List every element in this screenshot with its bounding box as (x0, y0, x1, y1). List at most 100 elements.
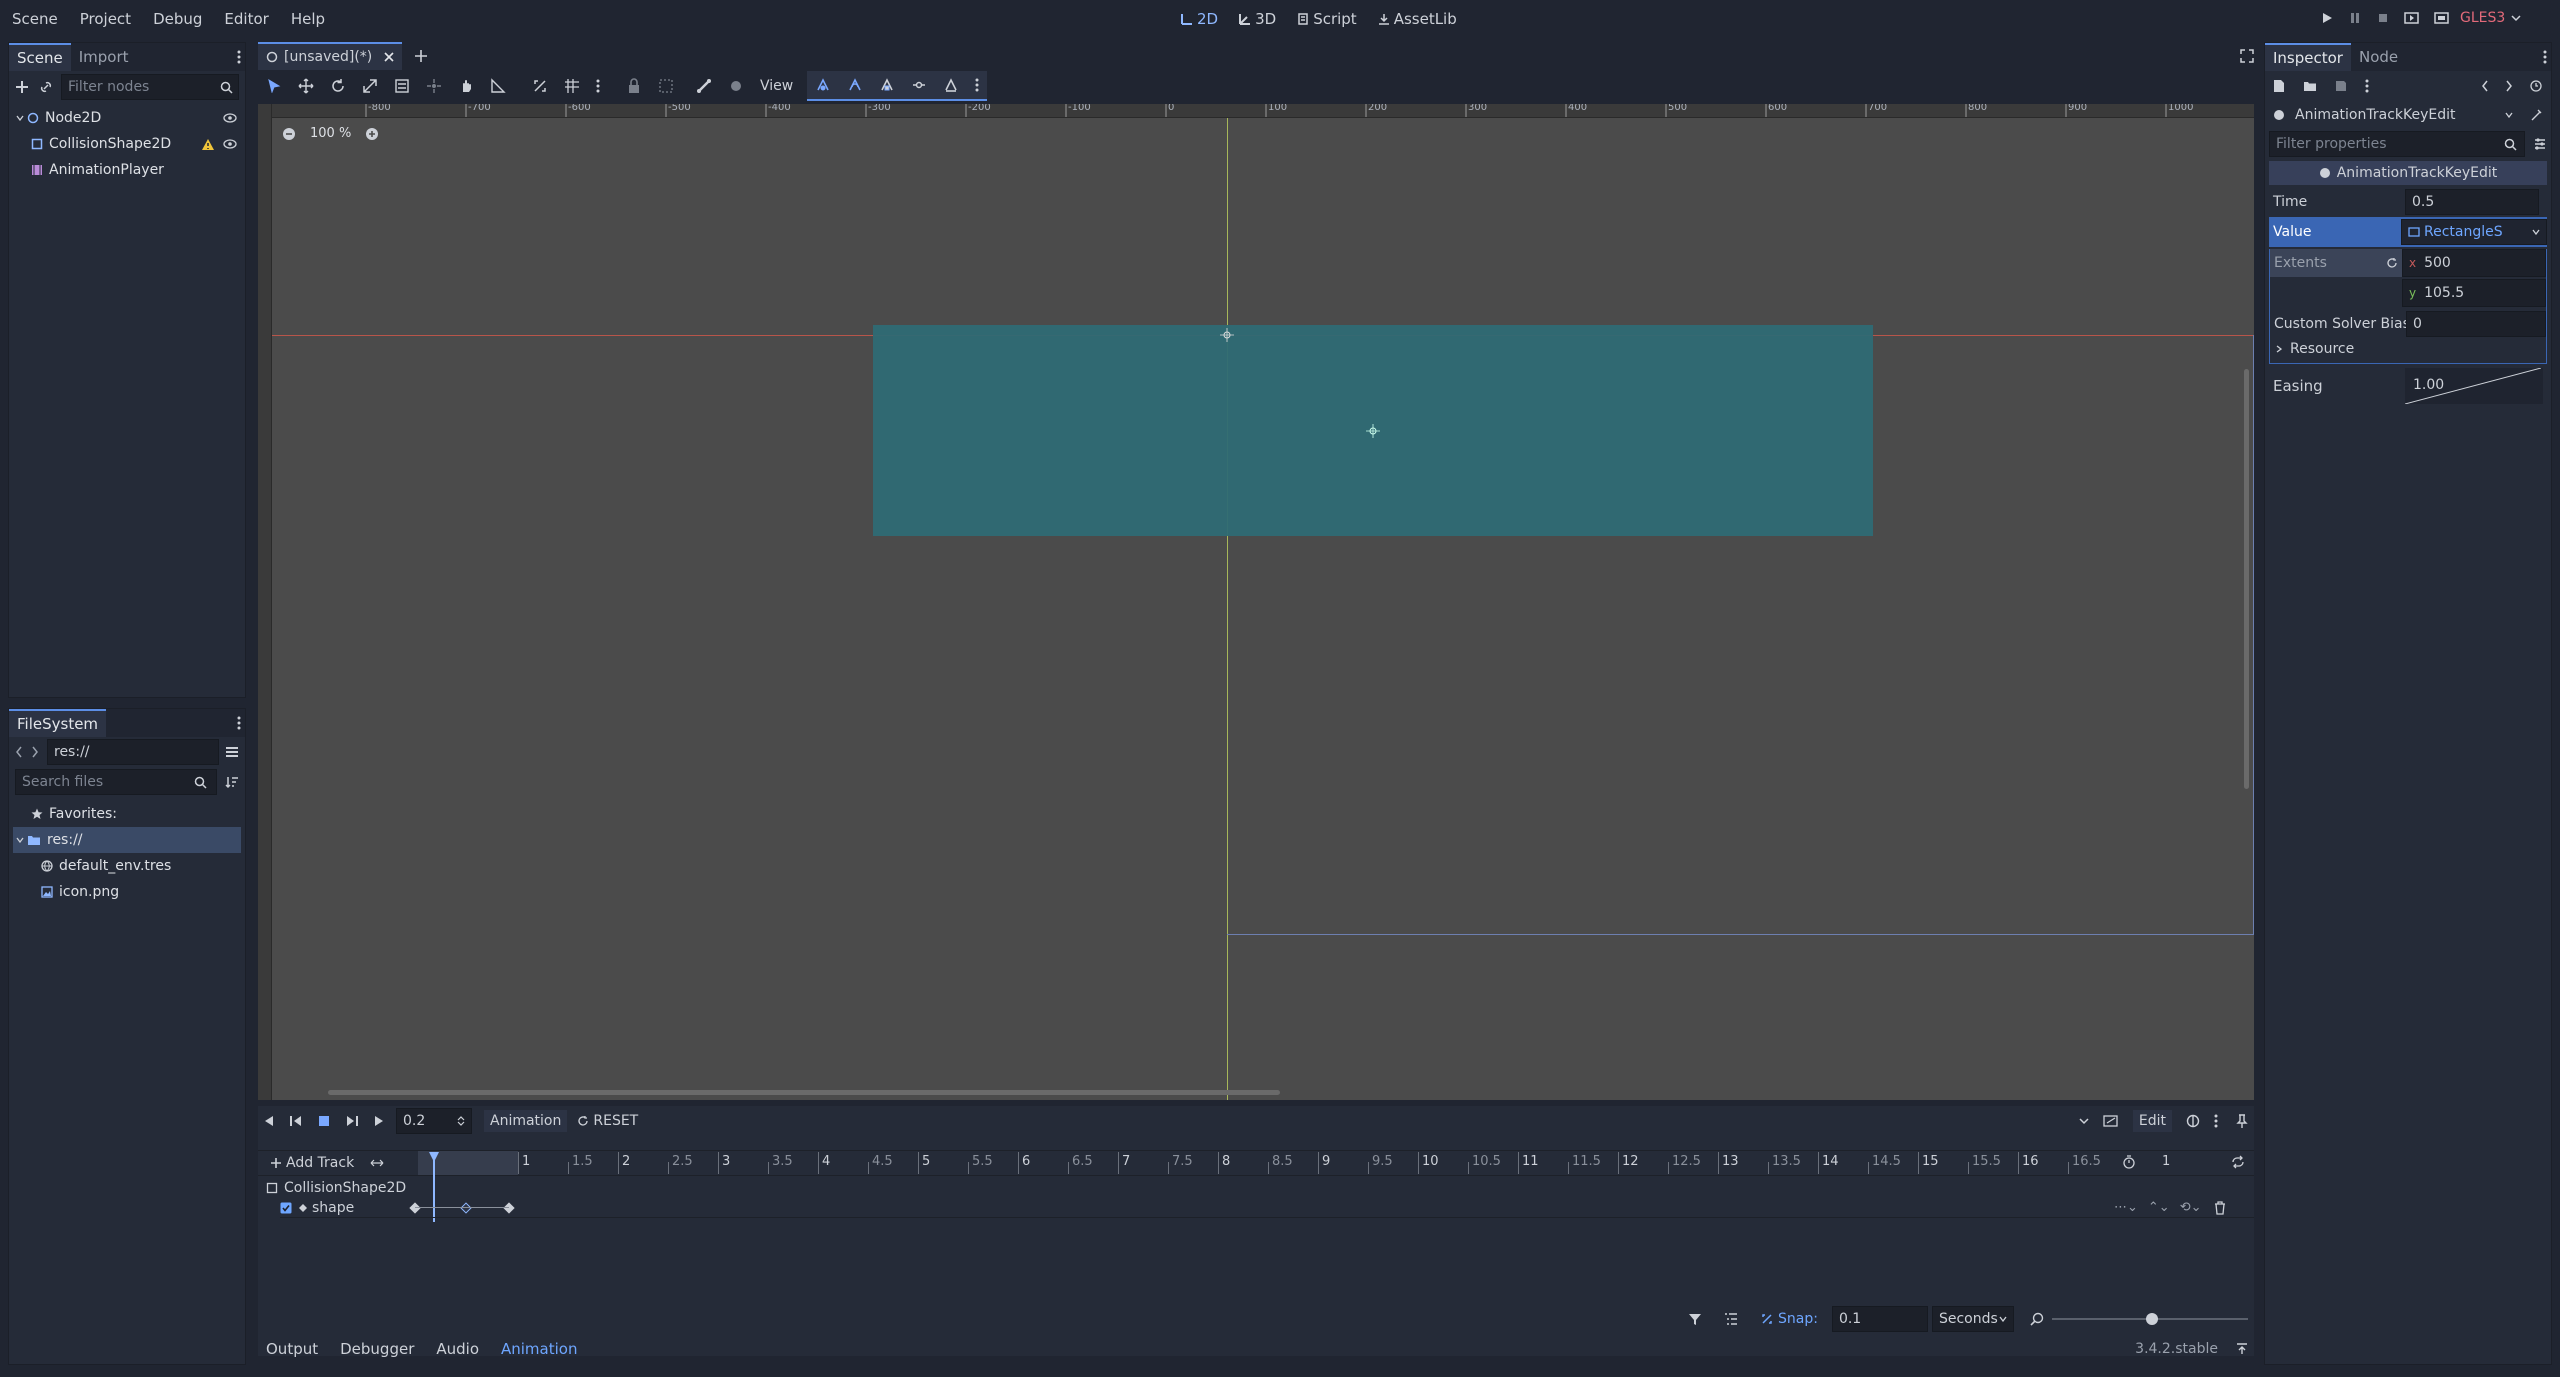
close-icon[interactable] (384, 52, 394, 62)
chevron-down-icon[interactable] (2079, 1117, 2089, 1125)
tab-node[interactable]: Node (2351, 44, 2406, 70)
timeline-zoom-slider[interactable] (2051, 1313, 2248, 1325)
ruler-tool-icon[interactable] (482, 71, 514, 101)
menu-debug[interactable]: Debug (153, 10, 202, 28)
pin-icon[interactable] (2236, 1114, 2248, 1128)
link-icon[interactable] (39, 80, 53, 94)
scene-tab[interactable]: [unsaved](*) (258, 42, 403, 70)
play-icon[interactable] (2320, 11, 2334, 25)
tab-audio[interactable]: Audio (436, 1340, 479, 1358)
lock-icon[interactable] (618, 71, 650, 101)
current-time-field[interactable]: 0.2 (396, 1108, 472, 1134)
open-folder-icon[interactable] (2303, 80, 2317, 92)
stop-icon[interactable] (2376, 11, 2390, 25)
custom-solver-bias-input[interactable]: 0 (2406, 311, 2546, 337)
back-arrow-icon[interactable] (15, 746, 23, 758)
snap-unit-select[interactable]: Seconds (1931, 1306, 2014, 1332)
list-view-icon[interactable] (225, 746, 239, 758)
history-back-icon[interactable] (2481, 80, 2489, 92)
auto-key-icon[interactable] (935, 70, 967, 100)
visibility-eye-icon[interactable] (223, 113, 237, 123)
pause-icon[interactable] (2348, 11, 2362, 25)
update-mode-select[interactable]: ⌃⌄ (2148, 1200, 2170, 1215)
select-tool-icon[interactable] (258, 71, 290, 101)
tab-output[interactable]: Output (266, 1340, 318, 1358)
horizontal-scrollbar[interactable] (328, 1090, 1280, 1095)
save-icon[interactable] (2335, 80, 2347, 92)
key-rotation-icon[interactable] (839, 70, 871, 100)
inspected-object[interactable]: AnimationTrackKeyEdit (2265, 101, 2551, 129)
interpolation-select[interactable]: ⋯⌄ (2114, 1200, 2138, 1215)
tab-import[interactable]: Import (71, 44, 137, 70)
kebab-menu-icon[interactable] (2365, 79, 2369, 93)
animation-menu-button[interactable]: Animation (484, 1110, 568, 1132)
animation-select[interactable]: RESET (593, 1113, 638, 1129)
value-resource-picker[interactable]: RectangleS (2401, 219, 2547, 245)
group-icon[interactable] (650, 71, 682, 101)
camera-override-icon[interactable] (720, 71, 752, 101)
view-menu-button[interactable]: View (760, 78, 793, 94)
tab-animation[interactable]: Animation (501, 1340, 577, 1358)
vertical-scrollbar[interactable] (2244, 369, 2249, 789)
expand-width-icon[interactable] (370, 1158, 384, 1168)
filter-nodes-input[interactable]: Filter nodes (61, 74, 239, 100)
filter-icon[interactable] (1688, 1312, 1702, 1326)
file-default-env[interactable]: default_env.tres (13, 853, 241, 879)
spinner-arrows-icon[interactable] (457, 1115, 465, 1127)
kebab-menu-icon[interactable] (237, 50, 241, 64)
sort-icon[interactable] (225, 775, 239, 789)
onion-skin-icon[interactable] (2186, 1114, 2200, 1128)
filter-properties-input[interactable]: Filter properties (2269, 131, 2525, 157)
kebab-menu-icon[interactable] (2214, 1114, 2218, 1128)
kebab-menu-icon[interactable] (2543, 50, 2547, 64)
extents-x-input[interactable]: x 500 (2402, 249, 2546, 277)
edit-menu-button[interactable]: Edit (2132, 1110, 2172, 1132)
play-icon[interactable] (374, 1115, 384, 1127)
folder-res[interactable]: res:// (13, 827, 241, 853)
forward-arrow-icon[interactable] (31, 746, 39, 758)
pivot-tool-icon[interactable] (418, 71, 450, 101)
history-icon[interactable] (2529, 79, 2543, 93)
menu-editor[interactable]: Editor (224, 10, 268, 28)
bone-icon[interactable] (688, 71, 720, 101)
tree-node-collisionshape2d[interactable]: CollisionShape2D (13, 131, 241, 157)
file-icon-png[interactable]: icon.png (13, 879, 241, 905)
checkbox-checked-icon[interactable] (280, 1202, 292, 1214)
menu-help[interactable]: Help (291, 10, 325, 28)
history-forward-icon[interactable] (2505, 80, 2513, 92)
expand-panel-icon[interactable] (2236, 1343, 2248, 1355)
menu-scene[interactable]: Scene (12, 10, 58, 28)
scale-tool-icon[interactable] (354, 71, 386, 101)
autoplay-icon[interactable] (2103, 1114, 2119, 1128)
play-scene-icon[interactable] (2404, 11, 2420, 25)
pan-tool-icon[interactable] (450, 71, 482, 101)
loop-wrap-select[interactable]: ⟲⌄ (2180, 1200, 2202, 1215)
search-files-input[interactable]: Search files (15, 769, 217, 795)
smart-snap-icon[interactable] (524, 71, 556, 101)
add-track-button[interactable]: Add Track (286, 1155, 354, 1171)
revert-icon[interactable] (2386, 257, 2398, 269)
fullscreen-icon[interactable] (2240, 49, 2254, 63)
trash-icon[interactable] (2214, 1200, 2226, 1215)
canvas-viewport[interactable]: -800 -700 -600 -500 -400 -300 -200 -100 … (258, 104, 2254, 1100)
new-resource-icon[interactable] (2273, 79, 2285, 93)
visibility-eye-icon[interactable] (223, 139, 237, 149)
inspector-options-icon[interactable] (2533, 137, 2547, 151)
tree-node-animationplayer[interactable]: AnimationPlayer (13, 157, 241, 183)
insert-key-icon[interactable] (903, 70, 935, 100)
time-input[interactable]: 0.5 (2405, 189, 2539, 215)
key-position-icon[interactable] (807, 70, 839, 100)
zoom-in-icon[interactable] (365, 127, 379, 141)
tree-view-icon[interactable] (1724, 1312, 1738, 1326)
key-scale-icon[interactable] (871, 70, 903, 100)
favorites-item[interactable]: Favorites: (13, 801, 241, 827)
kebab-menu-icon[interactable] (237, 716, 241, 730)
grid-snap-icon[interactable] (556, 71, 588, 101)
zoom-out-icon[interactable] (282, 127, 296, 141)
snap-options-icon[interactable] (588, 71, 608, 101)
tab-scene[interactable]: Scene (9, 43, 71, 71)
play-from-start-icon[interactable] (346, 1115, 358, 1127)
stop-icon[interactable] (318, 1115, 330, 1127)
loop-icon[interactable] (2230, 1155, 2246, 1169)
extents-y-input[interactable]: y 105.5 (2402, 279, 2546, 307)
